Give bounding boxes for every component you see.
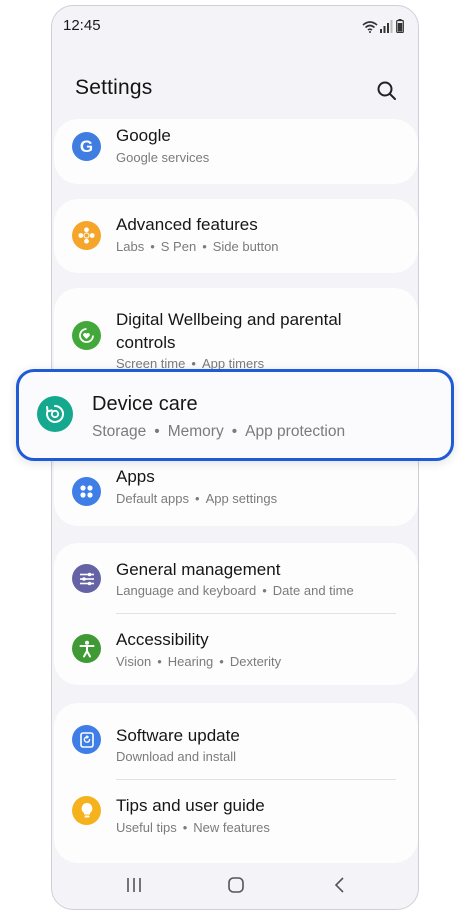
page-title: Settings [75, 76, 153, 99]
back-icon[interactable] [328, 873, 352, 897]
settings-item-apps[interactable]: Apps Default apps • App settings [54, 467, 418, 526]
search-icon[interactable] [374, 78, 400, 104]
settings-item-software-update[interactable]: Software update Download and install [54, 703, 418, 775]
settings-item-google[interactable]: G Google Google services [54, 119, 418, 184]
item-title: Accessibility [116, 630, 209, 649]
battery-icon [396, 19, 404, 33]
software-update-icon [72, 725, 101, 754]
item-title: Tips and user guide [116, 796, 265, 815]
device-care-icon [37, 396, 73, 432]
item-subtitle: Labs • S Pen • Side button [116, 239, 279, 254]
accessibility-icon [72, 634, 101, 663]
item-title: Advanced features [116, 215, 258, 234]
item-subtitle: Default apps • App settings [116, 491, 278, 506]
item-subtitle: Download and install [116, 749, 236, 764]
navigation-bar [52, 861, 418, 909]
settings-item-accessibility[interactable]: Accessibility Vision • Hearing • Dexterity [54, 614, 418, 685]
item-subtitle: Useful tips • New features [116, 820, 270, 835]
settings-item-device-care[interactable]: Device care Storage • Memory • App protectio… [16, 369, 454, 461]
card-google: G Google Google services [54, 119, 418, 184]
home-icon[interactable] [224, 873, 248, 897]
item-title: Apps [116, 467, 155, 486]
settings-item-tips-user-guide[interactable]: Tips and user guide Useful tips • New feat… [54, 780, 418, 852]
card-general-group: General management Language and keyboard… [54, 543, 418, 685]
apps-icon [72, 477, 101, 506]
item-subtitle: Google services [116, 150, 210, 165]
item-title: Digital Wellbeing and parental controls [116, 310, 342, 352]
item-title: Software update [116, 726, 240, 745]
tips-lightbulb-icon [72, 796, 101, 825]
wifi-icon [362, 21, 378, 33]
item-subtitle: Storage • Memory • App protection [92, 423, 346, 440]
item-subtitle: Language and keyboard • Date and time [116, 583, 354, 598]
item-title: General management [116, 560, 281, 579]
signal-icon [380, 20, 393, 33]
item-title: Device care [92, 393, 198, 415]
settings-item-digital-wellbeing[interactable]: Digital Wellbeing and parental controls S… [54, 288, 418, 373]
advanced-features-icon [72, 221, 101, 250]
card-software-group: Software update Download and install Tip… [54, 703, 418, 863]
recent-apps-icon[interactable] [122, 873, 146, 897]
settings-item-general-management[interactable]: General management Language and keyboard… [54, 543, 418, 613]
digital-wellbeing-icon [72, 321, 101, 350]
status-bar: 12:45 [52, 6, 418, 44]
settings-item-advanced-features[interactable]: Advanced features Labs • S Pen • Side button [54, 199, 418, 273]
status-time: 12:45 [63, 17, 101, 34]
google-icon: G [72, 132, 101, 161]
general-management-icon [72, 564, 101, 593]
card-advanced: Advanced features Labs • S Pen • Side button [54, 199, 418, 273]
item-title: Google [116, 126, 171, 145]
status-icons [362, 19, 404, 33]
item-subtitle: Vision • Hearing • Dexterity [116, 654, 282, 669]
